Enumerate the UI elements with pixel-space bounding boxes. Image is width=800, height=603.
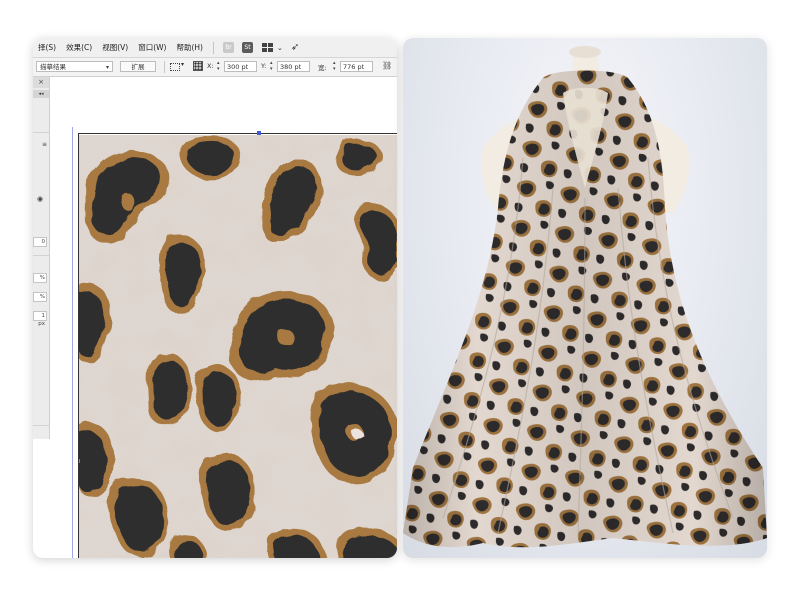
panel-menu-icon[interactable]: ≡	[42, 141, 47, 148]
x-label: X:	[207, 62, 214, 70]
link-icon[interactable]: ⛓	[382, 61, 392, 70]
stock-icon[interactable]: St	[241, 42, 253, 53]
menu-view[interactable]: 视图(V)	[97, 42, 133, 53]
trace-result-dropdown[interactable]: 描摹结果 ▾	[36, 61, 113, 72]
rocket-icon[interactable]: ➶	[291, 42, 299, 53]
panel-field[interactable]: 0	[33, 237, 47, 247]
align-grid-icon[interactable]	[170, 63, 180, 71]
chevron-down-icon[interactable]: ▾	[181, 61, 184, 68]
divider	[33, 132, 49, 133]
y-field[interactable]: 380 pt	[277, 61, 310, 72]
x-field[interactable]: 300 pt	[224, 61, 257, 72]
chevron-down-icon[interactable]: ⌄	[277, 44, 283, 52]
reference-point-icon[interactable]	[193, 61, 203, 71]
selection-handle[interactable]	[257, 131, 261, 135]
menu-separator	[212, 41, 214, 54]
close-icon[interactable]: ×	[33, 77, 49, 88]
y-label: Y:	[261, 62, 267, 70]
menu-window[interactable]: 窗口(W)	[133, 42, 171, 53]
divider	[33, 255, 49, 256]
width-field[interactable]: 776 pt	[340, 61, 373, 72]
menu-select[interactable]: 择(S)	[33, 42, 61, 53]
guide-line	[78, 133, 397, 134]
eye-icon[interactable]: ◉	[37, 195, 43, 203]
divider	[164, 61, 165, 73]
menu-bar: 择(S) 效果(C) 视图(V) 窗口(W) 帮助(H) Br St ⌄ ➶	[33, 38, 397, 58]
leopard-pattern-artwork[interactable]	[78, 135, 397, 558]
design-app-window: 择(S) 效果(C) 视图(V) 窗口(W) 帮助(H) Br St ⌄ ➶ 描…	[33, 38, 397, 558]
width-label: 宽:	[318, 64, 327, 72]
y-stepper-icon[interactable]: ▴ ▾	[270, 60, 273, 72]
panel-field[interactable]: %	[33, 292, 47, 302]
width-stepper-icon[interactable]: ▴ ▾	[333, 60, 336, 72]
workspace-grid-icon[interactable]	[261, 42, 275, 53]
expand-button[interactable]: 扩展	[120, 61, 156, 72]
guide-line	[72, 127, 73, 558]
menu-effect[interactable]: 效果(C)	[61, 42, 97, 53]
panel-field[interactable]: 1 px	[33, 311, 47, 327]
canvas-area[interactable]	[50, 77, 397, 558]
bridge-icon[interactable]: Br	[222, 42, 234, 53]
scarf-product-photo	[403, 38, 767, 558]
menu-help[interactable]: 帮助(H)	[171, 42, 208, 53]
properties-panel-strip: × ◂◂ ≡ ◉ 0 % % 1 px	[33, 77, 50, 439]
x-stepper-icon[interactable]: ▴ ▾	[217, 60, 220, 72]
dropdown-value: 描摹结果	[40, 63, 66, 71]
panel-field[interactable]: %	[33, 273, 47, 283]
scarf-on-mannequin	[403, 46, 767, 548]
control-bar: 描摹结果 ▾ 扩展 ▾ X: ▴ ▾ 300 pt Y: ▴ ▾ 380 pt 宽:…	[33, 58, 397, 77]
divider	[33, 425, 49, 426]
collapse-icon[interactable]: ◂◂	[33, 90, 49, 98]
chevron-down-icon: ▾	[105, 64, 109, 71]
